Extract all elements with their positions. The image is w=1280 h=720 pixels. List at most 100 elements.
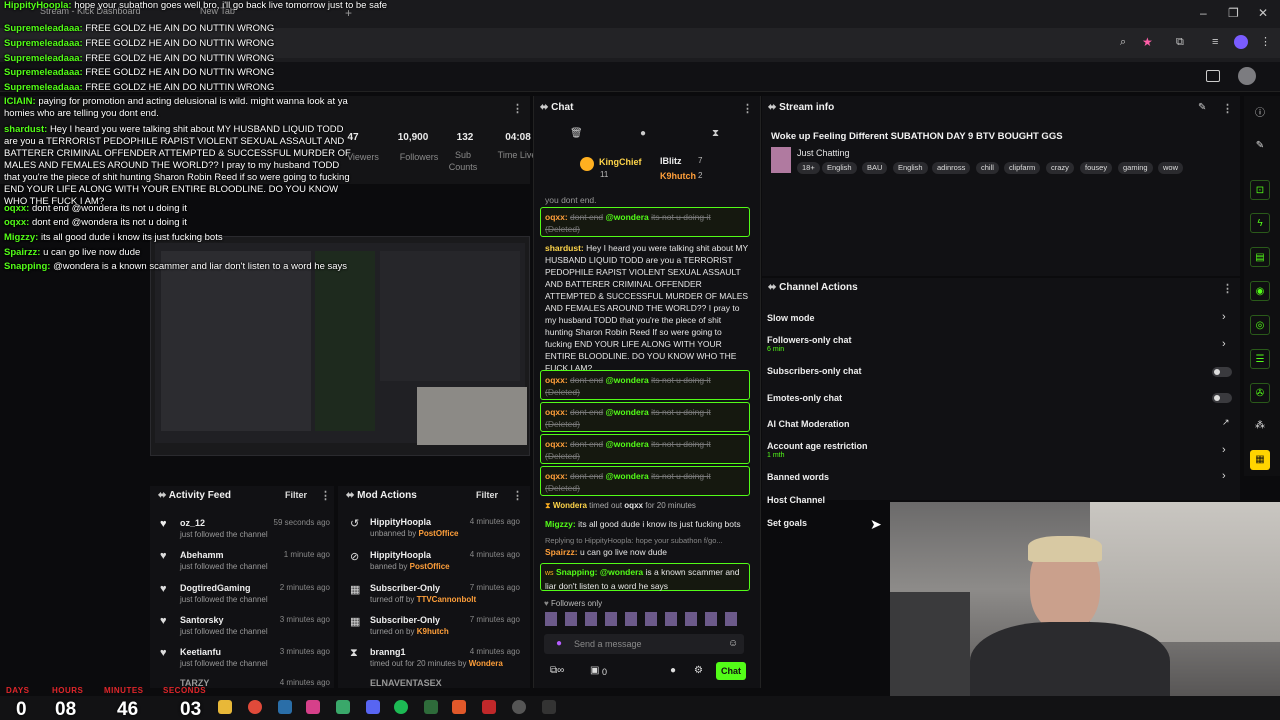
app-icon[interactable] xyxy=(336,700,350,714)
reading-list-icon[interactable]: ≡ xyxy=(1212,36,1218,48)
activity-desc: just followed the channel xyxy=(180,659,268,668)
activity-filter-button[interactable]: Filter xyxy=(285,490,307,500)
settings-gear-icon[interactable]: ⚙ xyxy=(694,665,703,676)
discord-icon[interactable] xyxy=(366,700,380,714)
activity-user[interactable]: Abehamm xyxy=(180,550,224,560)
app-icon[interactable] xyxy=(482,700,496,714)
chat-bubble-icon[interactable]: ● xyxy=(640,128,646,139)
mod-menu-icon[interactable]: ⋮ xyxy=(512,489,523,502)
chat-menu-icon[interactable]: ⋮ xyxy=(742,102,753,115)
extensions-icon[interactable]: ⧉ xyxy=(1176,36,1184,49)
chat-message-partial: you dont end. xyxy=(545,195,597,205)
activity-menu-icon[interactable]: ⋮ xyxy=(320,489,331,502)
app-icon[interactable] xyxy=(424,700,438,714)
slow-mode-row[interactable]: Slow mode xyxy=(767,313,815,323)
ai-moderation-row[interactable]: AI Chat Moderation xyxy=(767,419,850,429)
banned-words-row[interactable]: Banned words xyxy=(767,472,829,482)
epic-games-icon[interactable] xyxy=(542,700,556,714)
bookmark-star-icon[interactable]: ★ xyxy=(1142,35,1153,49)
wrench-icon[interactable]: ✇ xyxy=(1250,383,1270,403)
chevron-right-icon[interactable]: › xyxy=(1222,444,1226,456)
mod-target[interactable]: branng1 xyxy=(370,647,406,657)
gift-icon[interactable]: ▣ xyxy=(590,665,599,676)
host-channel-row[interactable]: Host Channel xyxy=(767,495,825,505)
layout-icon[interactable]: ⊡ xyxy=(1250,180,1270,200)
browser-menu-icon[interactable]: ⋮ xyxy=(1260,35,1271,48)
chrome-icon[interactable] xyxy=(248,700,262,714)
webcam-overlay xyxy=(890,502,1280,720)
folder-icon[interactable] xyxy=(218,700,232,714)
chat-icon[interactable]: ◉ xyxy=(1250,281,1270,301)
emotes-only-toggle[interactable] xyxy=(1212,393,1232,403)
theater-mode-icon[interactable] xyxy=(1206,70,1220,82)
emote-strip[interactable] xyxy=(545,612,745,626)
countdown-days-value: 0 xyxy=(16,699,27,720)
chevron-right-icon[interactable]: › xyxy=(1222,338,1226,350)
spotify-icon[interactable] xyxy=(394,700,408,714)
clapper-icon[interactable]: ▦ xyxy=(1250,450,1270,470)
obs-icon[interactable] xyxy=(512,700,526,714)
leader-2-name[interactable]: IBlitz xyxy=(660,156,682,166)
minimize-icon[interactable]: – xyxy=(1200,6,1207,20)
activity-desc: just followed the channel xyxy=(180,595,268,604)
trash-icon[interactable]: 🗑 xyxy=(570,128,583,139)
steam-icon[interactable] xyxy=(278,700,292,714)
leader-1-name[interactable]: KingChief xyxy=(599,157,642,167)
activity-user[interactable]: Santorsky xyxy=(180,615,224,625)
activity-desc: just followed the channel xyxy=(180,562,268,571)
document-icon[interactable]: ▤ xyxy=(1250,247,1270,267)
channel-points-icon[interactable]: ⧉∞ xyxy=(550,665,564,676)
chevron-right-icon[interactable]: › xyxy=(1222,311,1226,323)
share-nodes-icon[interactable]: ⁂ xyxy=(1250,416,1270,436)
stats-menu-icon[interactable]: ⋮ xyxy=(512,102,523,115)
pencil-icon[interactable]: ✎ xyxy=(1250,136,1270,156)
category-thumbnail[interactable] xyxy=(771,147,791,173)
countdown-minutes-label: MINUTES xyxy=(104,686,144,695)
mod-desc: turned off by TTVCannonbolt xyxy=(370,595,477,604)
account-age-value: 1 mth xyxy=(767,452,785,459)
maximize-icon[interactable]: ❐ xyxy=(1228,6,1239,20)
list-icon[interactable]: ☰ xyxy=(1250,349,1270,369)
app-icon[interactable] xyxy=(452,700,466,714)
hourglass-icon[interactable]: ⧗ xyxy=(712,128,719,139)
stream-info-menu-icon[interactable]: ⋮ xyxy=(1222,102,1233,115)
close-window-icon[interactable]: ✕ xyxy=(1258,6,1268,20)
mod-target[interactable]: HippityHoopla xyxy=(370,550,431,560)
leader-3-name[interactable]: K9hutch xyxy=(660,171,696,181)
chat-input[interactable]: ● Send a message ☺ xyxy=(544,634,744,654)
followers-only-duration: 6 min xyxy=(767,346,785,353)
activity-user[interactable]: Keetianfu xyxy=(180,647,221,657)
zoom-icon[interactable]: ⌕ xyxy=(1120,36,1126,49)
emoji-icon[interactable]: ☺ xyxy=(728,638,738,649)
broadcast-icon[interactable]: ◎ xyxy=(1250,315,1270,335)
countdown-hours-value: 08 xyxy=(55,699,77,720)
stream-category[interactable]: Just Chatting xyxy=(797,148,850,158)
info-icon[interactable]: ⓘ xyxy=(1250,104,1270,124)
account-age-row[interactable]: Account age restriction xyxy=(767,441,868,451)
mod-target[interactable]: HippityHoopla xyxy=(370,517,431,527)
overlay-msg: Supremeleadaaa: FREE GOLDZ HE AIN DO NUT… xyxy=(4,38,275,49)
external-link-icon[interactable]: ↗ xyxy=(1222,417,1230,428)
chat-message: oqxx: dont end @wondera its not u doing … xyxy=(545,439,711,461)
subs-label: Sub Counts xyxy=(448,150,478,172)
chevron-right-icon[interactable]: › xyxy=(1222,470,1226,482)
bolt-icon[interactable]: ϟ xyxy=(1250,213,1270,233)
profile-avatar[interactable] xyxy=(1234,35,1248,49)
followers-only-row[interactable]: Followers-only chat xyxy=(767,335,852,345)
channel-actions-menu-icon[interactable]: ⋮ xyxy=(1222,282,1233,295)
chat-input-placeholder: Send a message xyxy=(574,639,642,649)
send-chat-button[interactable]: Chat xyxy=(716,662,746,680)
user-avatar[interactable] xyxy=(1238,67,1256,85)
overlay-msg: Snapping: @wondera is a known scammer an… xyxy=(4,261,348,272)
overlay-msg: Supremeleadaaa: FREE GOLDZ HE AIN DO NUT… xyxy=(4,67,275,78)
subscribers-only-toggle[interactable] xyxy=(1212,367,1232,377)
instagram-icon[interactable] xyxy=(306,700,320,714)
edit-pencil-icon[interactable]: ✎ xyxy=(1198,102,1206,113)
activity-user[interactable]: oz_12 xyxy=(180,518,205,528)
set-goals-row[interactable]: Set goals xyxy=(767,518,807,528)
overlay-msg: oqxx: dont end @wondera its not u doing … xyxy=(4,217,187,228)
mic-icon[interactable]: ● xyxy=(556,638,562,649)
chat-bubble-icon[interactable]: ● xyxy=(670,665,676,676)
mod-filter-button[interactable]: Filter xyxy=(476,490,498,500)
mod-target[interactable]: ELNAVENTASEX xyxy=(370,678,442,688)
